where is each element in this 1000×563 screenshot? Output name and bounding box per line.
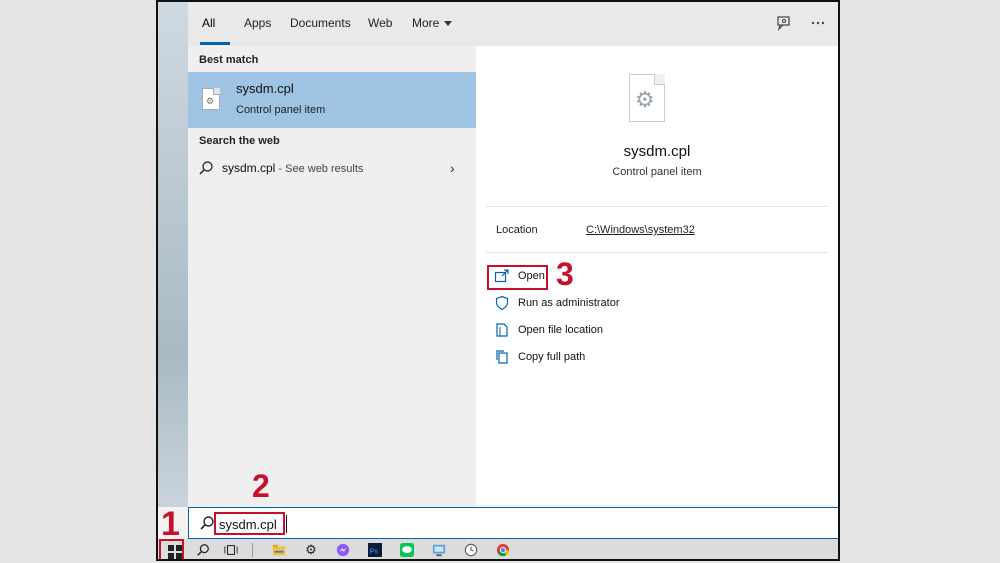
- text-caret: [286, 515, 287, 533]
- messenger-icon[interactable]: [334, 541, 352, 559]
- search-web-heading: Search the web: [199, 135, 280, 147]
- annotation-step-2: 2: [252, 468, 270, 504]
- chrome-icon[interactable]: [494, 541, 512, 559]
- active-tab-indicator: [200, 42, 230, 45]
- file-explorer-icon[interactable]: [270, 541, 288, 559]
- action-run-as-admin[interactable]: Run as administrator: [494, 293, 794, 315]
- search-icon: [199, 161, 213, 175]
- desktop-background: [158, 2, 188, 507]
- action-open-file-location[interactable]: Open file location: [494, 320, 794, 342]
- tab-more-label: More: [412, 16, 440, 30]
- preview-title: sysdm.cpl: [623, 143, 691, 160]
- search-tabs: All Apps Documents Web More: [188, 2, 838, 47]
- settings-icon[interactable]: ⚙: [302, 541, 320, 559]
- control-panel-file-icon-large: ⚙: [629, 74, 665, 122]
- taskbar: ⚙ Ps: [158, 539, 838, 559]
- annotation-highlight-start: [159, 539, 184, 559]
- chevron-right-icon: ›: [450, 160, 455, 176]
- taskbar-separator: [252, 543, 253, 557]
- chevron-down-icon: [444, 21, 453, 27]
- web-result-label: sysdm.cpl - See web results: [222, 161, 363, 175]
- copy-icon: [496, 350, 508, 364]
- location-label: Location: [496, 224, 538, 236]
- action-copy-full-path[interactable]: Copy full path: [494, 347, 794, 369]
- clock-icon[interactable]: [462, 541, 480, 559]
- tab-web[interactable]: Web: [368, 16, 392, 30]
- more-options-icon[interactable]: [808, 13, 828, 33]
- preview-pane: ⚙ sysdm.cpl Control panel item Location …: [476, 46, 838, 505]
- action-open-file-location-label: Open file location: [518, 324, 603, 336]
- annotation-step-3: 3: [556, 256, 574, 292]
- web-result-suffix: - See web results: [275, 163, 364, 175]
- action-copy-full-path-label: Copy full path: [518, 351, 586, 363]
- results-list: Best match ⚙ sysdm.cpl Control panel ite…: [188, 46, 476, 505]
- control-panel-file-icon: ⚙: [202, 88, 220, 110]
- best-match-item[interactable]: ⚙ sysdm.cpl Control panel item: [188, 72, 476, 128]
- photoshop-icon[interactable]: Ps: [366, 541, 384, 559]
- best-match-heading: Best match: [199, 54, 259, 66]
- tab-more[interactable]: More: [412, 16, 453, 30]
- divider: [486, 206, 828, 207]
- task-view-icon[interactable]: [222, 541, 240, 559]
- annotation-highlight-open: [487, 265, 548, 290]
- best-match-title: sysdm.cpl: [236, 81, 294, 96]
- tab-documents[interactable]: Documents: [290, 16, 351, 30]
- search-panel: All Apps Documents Web More Best match ⚙…: [188, 2, 838, 505]
- folder-icon: [496, 323, 508, 337]
- search-icon[interactable]: [194, 541, 212, 559]
- tab-all[interactable]: All: [202, 16, 215, 30]
- remote-desktop-icon[interactable]: [430, 541, 448, 559]
- web-result-item[interactable]: sysdm.cpl - See web results ›: [188, 156, 476, 186]
- line-icon[interactable]: [398, 541, 416, 559]
- tab-apps[interactable]: Apps: [244, 16, 271, 30]
- web-result-query: sysdm.cpl: [222, 161, 276, 175]
- search-bar[interactable]: [188, 507, 838, 539]
- preview-subtitle: Control panel item: [612, 166, 702, 178]
- best-match-subtitle: Control panel item: [236, 104, 326, 116]
- shield-icon: [495, 295, 509, 311]
- location-link[interactable]: C:\Windows\system32: [586, 224, 695, 236]
- annotation-highlight-search-text: [214, 512, 285, 535]
- search-icon: [200, 516, 214, 530]
- search-window-frame: All Apps Documents Web More Best match ⚙…: [156, 0, 840, 561]
- feedback-icon[interactable]: [774, 13, 794, 33]
- divider: [486, 252, 828, 253]
- svg-text:Ps: Ps: [370, 549, 379, 556]
- action-run-as-admin-label: Run as administrator: [518, 297, 620, 309]
